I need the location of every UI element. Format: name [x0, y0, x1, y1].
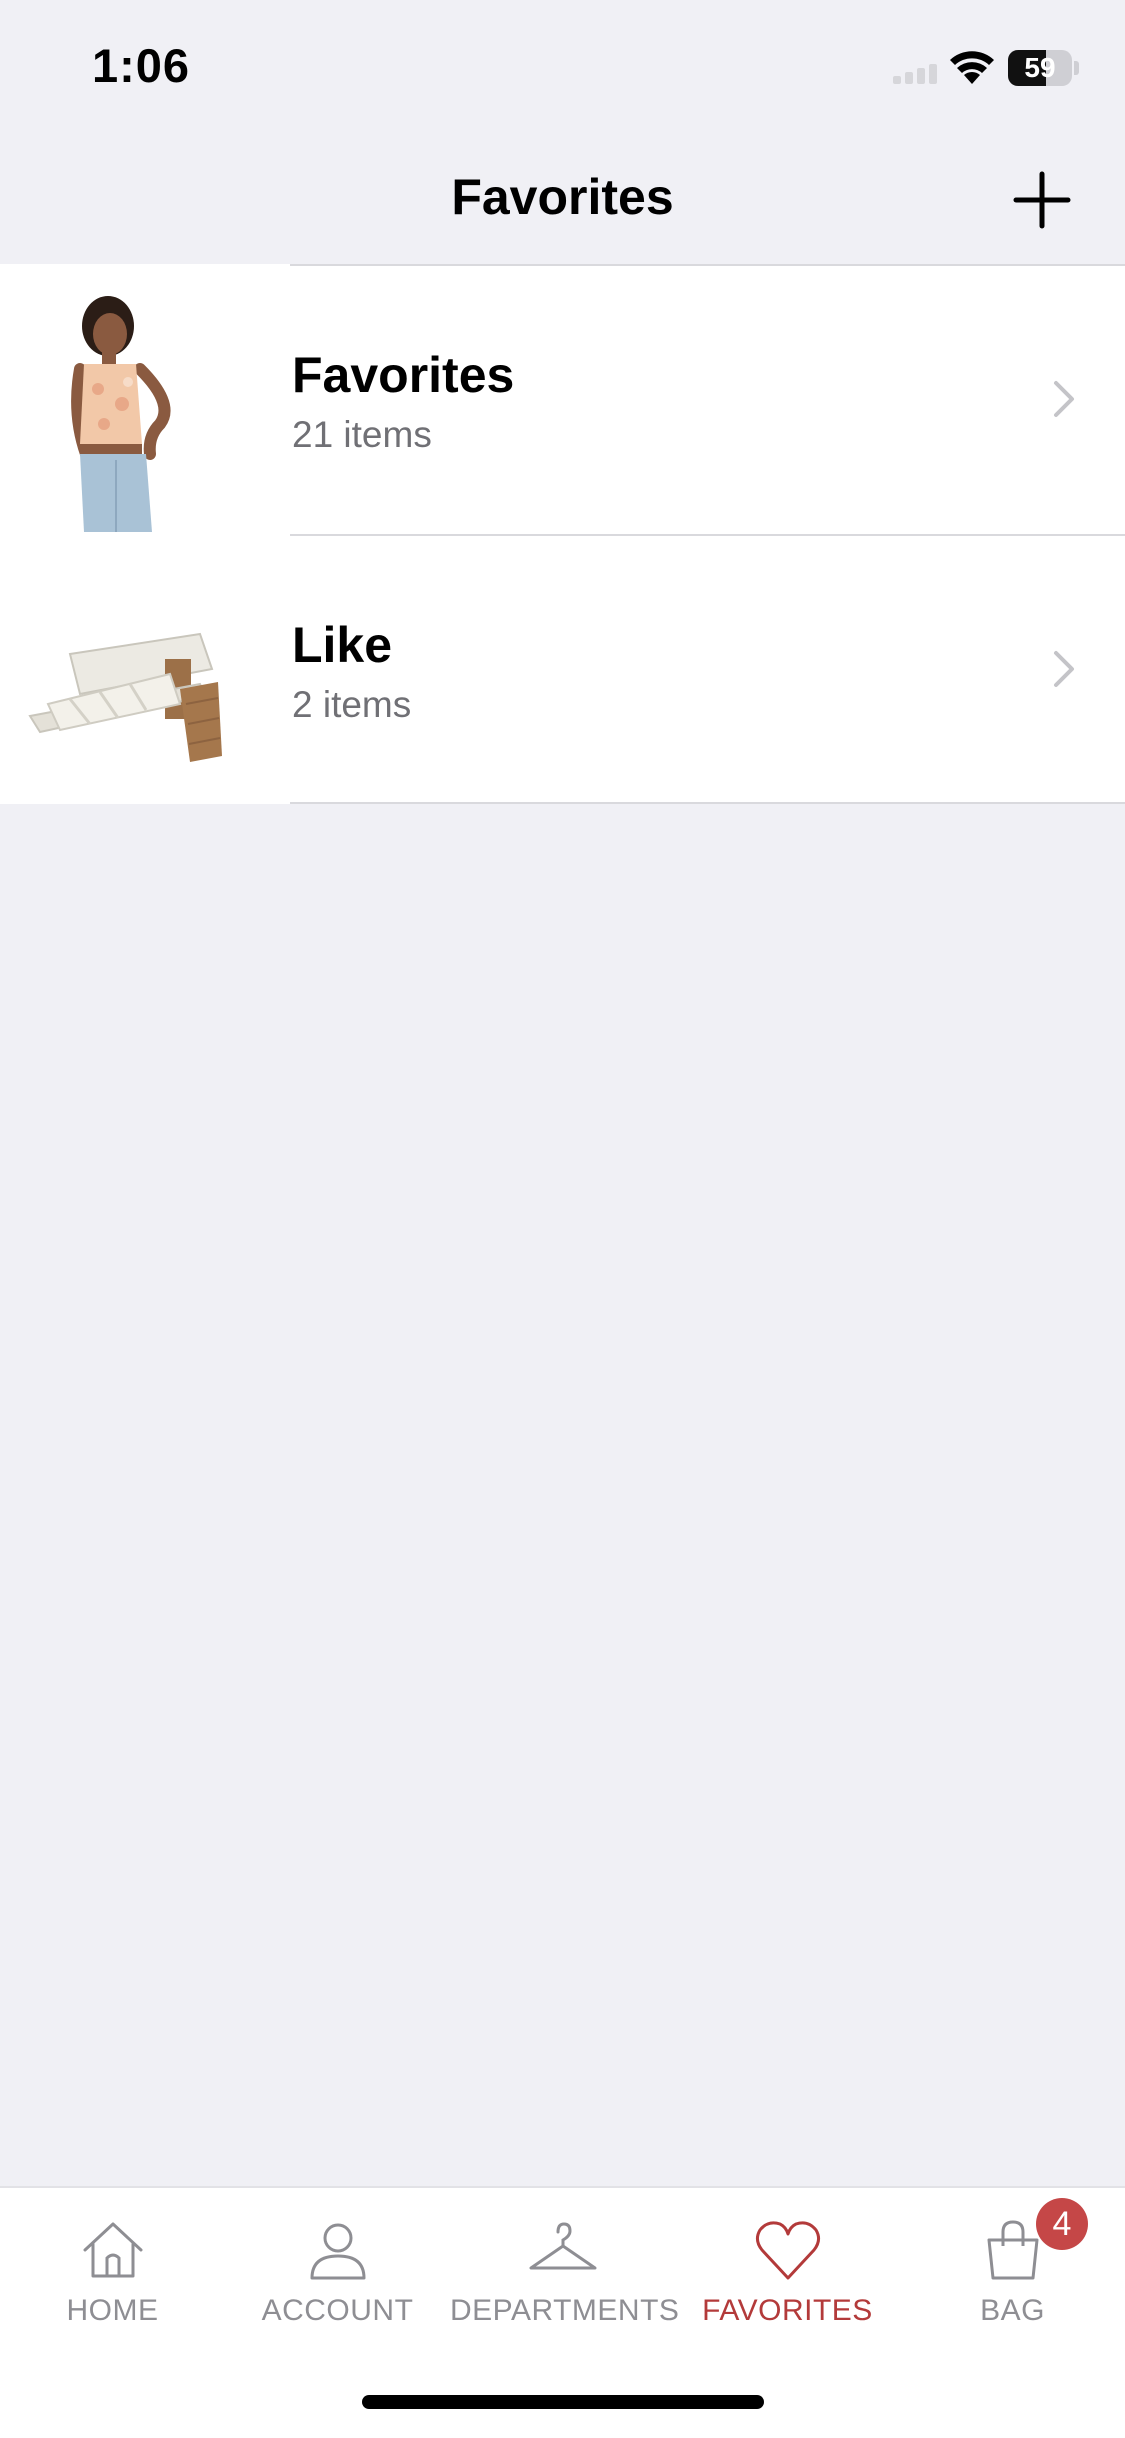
tab-bag[interactable]: BAG [900, 2188, 1125, 2348]
list-item-like[interactable]: Like 2 items [0, 534, 1125, 804]
house-icon [83, 2222, 142, 2278]
tab-label: ACCOUNT [261, 2294, 414, 2327]
cellular-signal-icon [893, 64, 937, 84]
list-item-favorites[interactable]: Favorites 21 items [0, 264, 1125, 534]
list-title: Favorites [292, 347, 515, 403]
tab-home[interactable]: HOME [0, 2188, 225, 2348]
status-bar: 1:06 59 [0, 0, 1125, 135]
list-item-count: 2 items [292, 684, 412, 725]
plus-icon [1013, 171, 1071, 229]
home-indicator[interactable] [362, 2395, 764, 2409]
person-icon [310, 2223, 365, 2280]
list-item-count: 21 items [292, 414, 432, 455]
tab-label: BAG [980, 2294, 1045, 2327]
chevron-right-icon [1054, 381, 1074, 417]
bag-count-badge: 4 [1036, 2198, 1088, 2250]
tab-departments[interactable]: DEPARTMENTS [450, 2188, 680, 2348]
tab-label: DEPARTMENTS [450, 2294, 680, 2327]
tab-favorites[interactable]: FAVORITES [675, 2188, 900, 2348]
add-list-button[interactable] [1012, 170, 1072, 230]
tab-label: HOME [66, 2294, 159, 2327]
tab-account[interactable]: ACCOUNT [225, 2188, 450, 2348]
list-thumbnail-sandals [28, 632, 222, 762]
heart-icon [755, 2221, 820, 2280]
wifi-icon [950, 51, 994, 84]
list-thumbnail-woman-outfit [71, 296, 171, 532]
favorites-list: Favorites 21 items Like 2 items [0, 264, 1125, 804]
hanger-icon [529, 2222, 596, 2270]
chevron-right-icon [1054, 651, 1074, 687]
battery-icon: 59 [1008, 50, 1080, 86]
list-title: Like [292, 617, 393, 673]
battery-percent: 59 [1024, 52, 1056, 83]
tab-label: FAVORITES [702, 2294, 873, 2327]
status-time: 1:06 [92, 39, 191, 92]
page-title: Favorites [451, 169, 674, 225]
